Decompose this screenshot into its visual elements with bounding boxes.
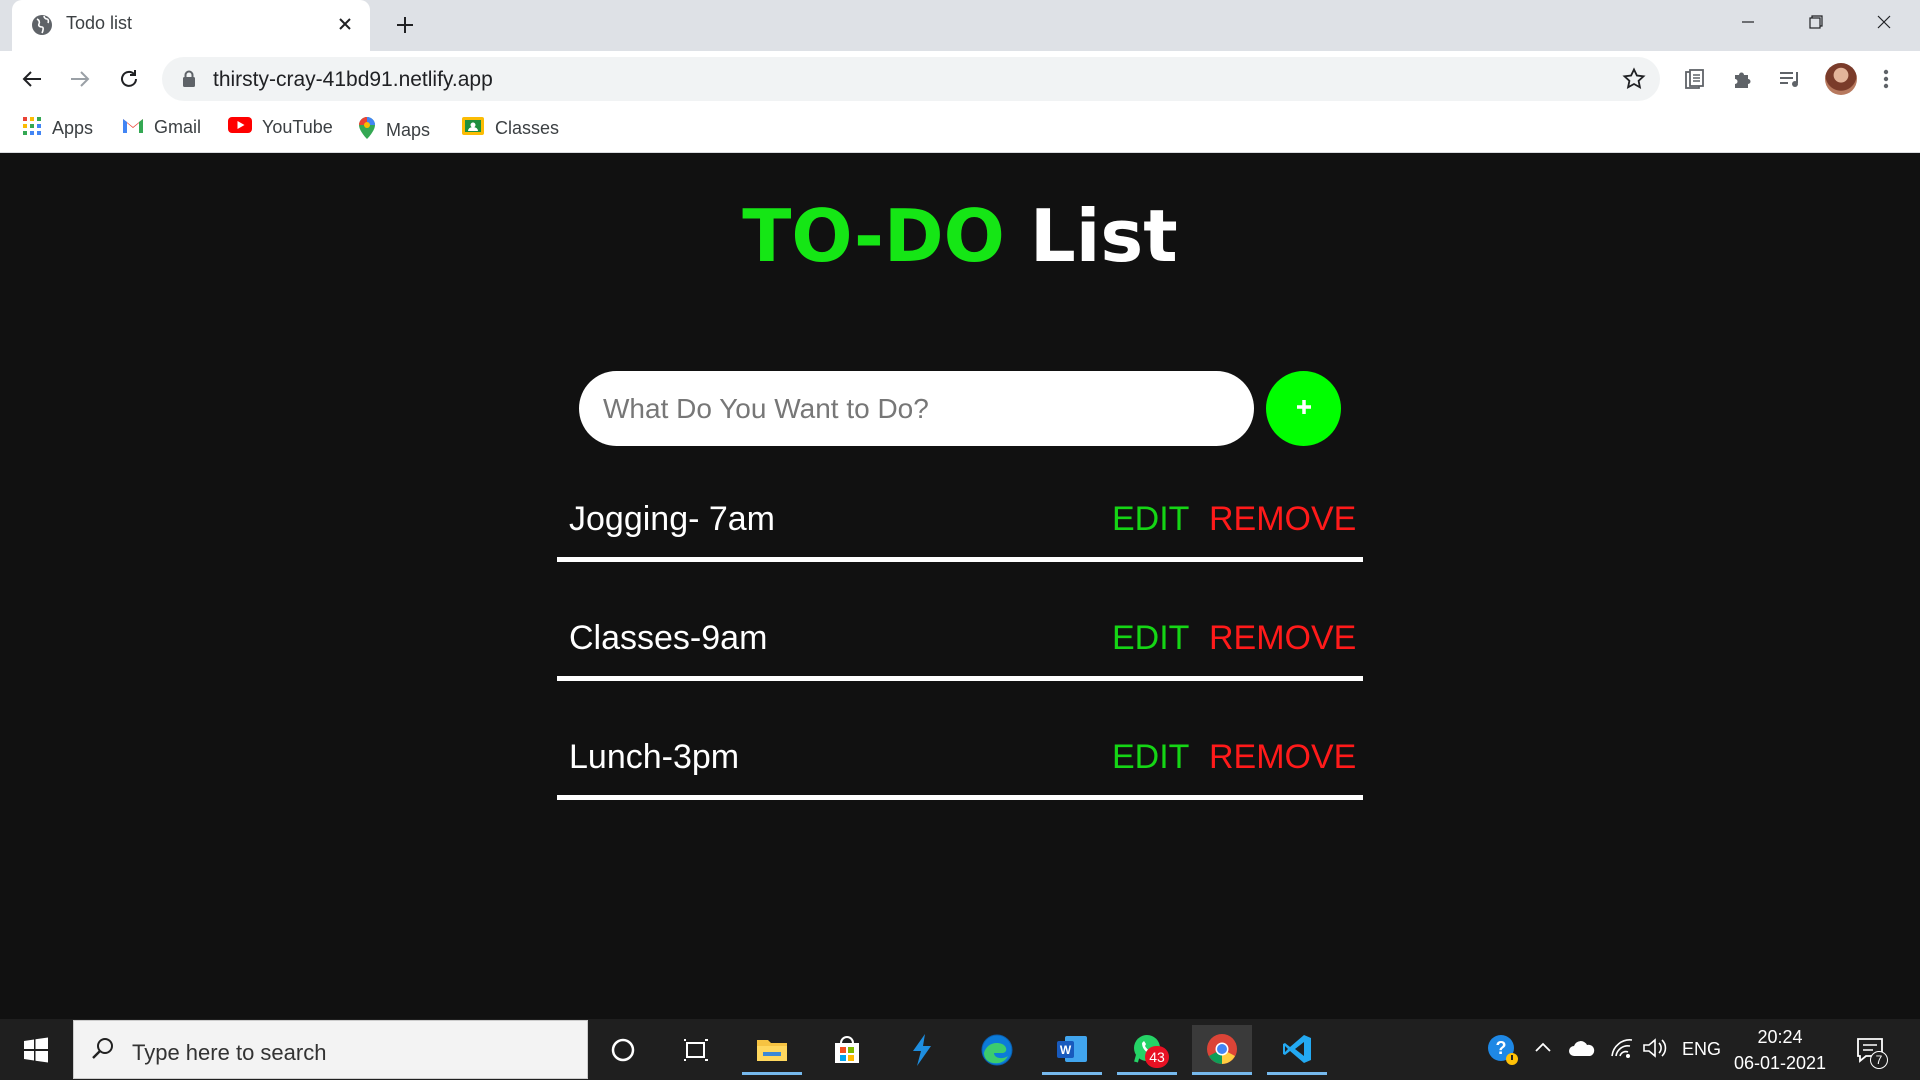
todo-item: Jogging- 7am EDIT REMOVE bbox=[557, 480, 1363, 562]
help-icon[interactable]: ? bbox=[1486, 1033, 1520, 1072]
notification-count-badge: 7 bbox=[1870, 1051, 1888, 1069]
remove-button[interactable]: REMOVE bbox=[1209, 619, 1356, 658]
chevron-up-icon[interactable] bbox=[1533, 1037, 1553, 1062]
notification-center-icon[interactable]: 7 bbox=[1852, 1033, 1888, 1069]
browser-titlebar: Todo list bbox=[0, 0, 1920, 51]
svg-text:?: ? bbox=[1496, 1038, 1507, 1058]
todo-text: Classes-9am bbox=[569, 619, 768, 657]
page-title-rest: List bbox=[1004, 194, 1178, 278]
power-automate-icon[interactable] bbox=[892, 1025, 952, 1075]
more-menu-icon[interactable] bbox=[1869, 62, 1903, 96]
bookmark-youtube[interactable]: YouTube bbox=[228, 116, 333, 139]
remove-button[interactable]: REMOVE bbox=[1209, 738, 1356, 777]
taskbar-search-box[interactable]: Type here to search bbox=[73, 1020, 588, 1079]
search-icon bbox=[90, 1036, 116, 1067]
browser-toolbar: thirsty-cray-41bd91.netlify.app bbox=[0, 51, 1920, 107]
todo-input[interactable] bbox=[579, 371, 1254, 446]
add-todo-button[interactable] bbox=[1266, 371, 1341, 446]
microsoft-store-icon[interactable] bbox=[817, 1025, 877, 1075]
clock-time: 20:24 bbox=[1757, 1027, 1803, 1047]
classroom-icon bbox=[461, 116, 485, 141]
close-window-icon[interactable] bbox=[1850, 0, 1918, 44]
profile-avatar[interactable] bbox=[1825, 63, 1857, 95]
edit-button[interactable]: EDIT bbox=[1112, 500, 1189, 539]
bookmark-maps[interactable]: Maps bbox=[358, 116, 430, 145]
bookmark-label: Maps bbox=[386, 120, 431, 140]
windows-start-icon[interactable] bbox=[14, 1034, 58, 1066]
bookmark-gmail[interactable]: Gmail bbox=[122, 116, 201, 139]
cortana-icon[interactable] bbox=[593, 1025, 653, 1075]
tab-title: Todo list bbox=[66, 13, 133, 33]
clock-date: 06-01-2021 bbox=[1733, 1053, 1827, 1073]
remove-button[interactable]: REMOVE bbox=[1209, 500, 1356, 539]
media-control-icon[interactable] bbox=[1773, 62, 1807, 96]
todo-item: Classes-9am EDIT REMOVE bbox=[557, 599, 1363, 681]
whatsapp-icon[interactable]: 43 bbox=[1117, 1025, 1177, 1075]
task-view-icon[interactable] bbox=[666, 1025, 726, 1075]
bookmark-star-icon[interactable] bbox=[1622, 67, 1646, 96]
edit-button[interactable]: EDIT bbox=[1112, 619, 1189, 658]
apps-grid-icon bbox=[22, 116, 42, 141]
chrome-icon[interactable] bbox=[1192, 1025, 1252, 1075]
maps-pin-icon bbox=[358, 116, 376, 145]
forward-arrow-icon[interactable] bbox=[63, 62, 97, 96]
reload-icon[interactable] bbox=[112, 62, 146, 96]
page-title-accent: TO-DO bbox=[742, 194, 1005, 278]
bookmarks-bar: Apps Gmail YouTube Maps Classes bbox=[0, 107, 1920, 153]
restore-icon[interactable] bbox=[1782, 0, 1850, 44]
onedrive-cloud-icon[interactable] bbox=[1568, 1039, 1596, 1062]
todo-text: Lunch-3pm bbox=[569, 738, 740, 776]
search-placeholder: Type here to search bbox=[132, 1040, 327, 1065]
new-tab-button[interactable] bbox=[388, 8, 422, 42]
bookmark-label: YouTube bbox=[262, 117, 333, 137]
bookmark-classes[interactable]: Classes bbox=[461, 116, 559, 141]
bookmark-label: Apps bbox=[52, 118, 94, 138]
system-clock[interactable]: 20:24 06-01-2021 bbox=[1720, 1024, 1840, 1076]
todo-page: TO-DO List Jogging- 7am EDIT REMOVE Clas… bbox=[0, 154, 1920, 1019]
todo-item: Lunch-3pm EDIT REMOVE bbox=[557, 718, 1363, 800]
windows-taskbar: Type here to search W 43 ? ENG 20:24 06-… bbox=[0, 1019, 1920, 1080]
lock-icon[interactable] bbox=[182, 70, 196, 93]
edge-browser-icon[interactable] bbox=[967, 1025, 1027, 1075]
edit-button[interactable]: EDIT bbox=[1112, 738, 1189, 777]
globe-icon bbox=[30, 13, 54, 37]
wifi-icon[interactable] bbox=[1610, 1036, 1634, 1065]
bookmark-label: Gmail bbox=[154, 117, 202, 137]
page-title: TO-DO List bbox=[0, 194, 1920, 278]
browser-tab[interactable]: Todo list bbox=[12, 0, 370, 51]
minimize-icon[interactable] bbox=[1714, 0, 1782, 44]
plus-icon bbox=[1295, 398, 1313, 419]
reading-list-icon[interactable] bbox=[1677, 62, 1711, 96]
close-tab-icon[interactable] bbox=[330, 9, 360, 39]
bookmark-label: Classes bbox=[495, 118, 560, 138]
word-icon[interactable]: W bbox=[1042, 1025, 1102, 1075]
language-indicator[interactable]: ENG bbox=[1682, 1039, 1721, 1060]
gmail-icon bbox=[122, 116, 144, 139]
todo-text: Jogging- 7am bbox=[569, 500, 776, 538]
svg-text:W: W bbox=[1060, 1043, 1072, 1057]
address-bar[interactable]: thirsty-cray-41bd91.netlify.app bbox=[162, 57, 1660, 101]
url-text[interactable]: thirsty-cray-41bd91.netlify.app bbox=[213, 68, 493, 92]
vscode-icon[interactable] bbox=[1267, 1025, 1327, 1075]
extensions-puzzle-icon[interactable] bbox=[1725, 62, 1759, 96]
whatsapp-unread-badge: 43 bbox=[1145, 1046, 1169, 1068]
file-explorer-icon[interactable] bbox=[742, 1025, 802, 1075]
youtube-icon bbox=[228, 116, 252, 139]
volume-icon[interactable] bbox=[1642, 1036, 1668, 1065]
back-arrow-icon[interactable] bbox=[15, 62, 49, 96]
bookmark-apps[interactable]: Apps bbox=[22, 116, 93, 141]
